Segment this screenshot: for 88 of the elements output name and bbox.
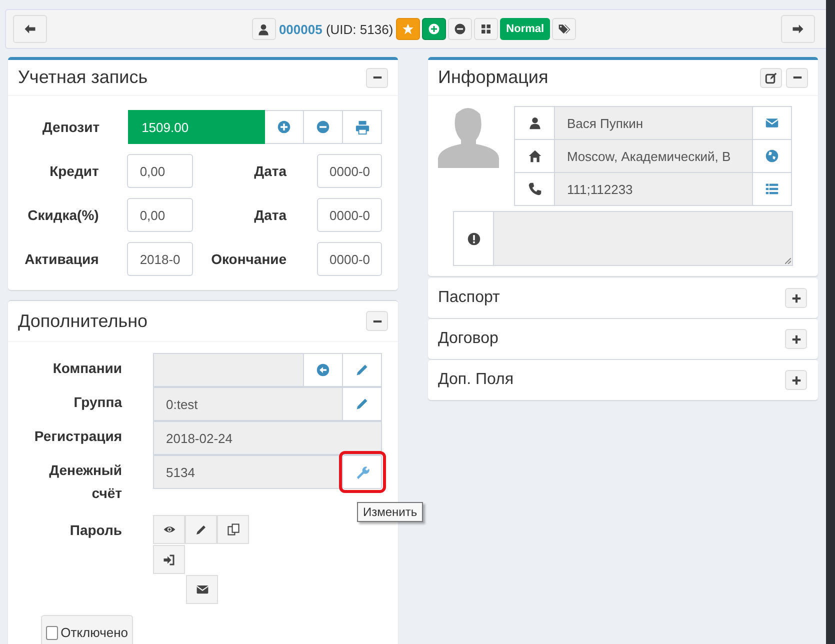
print-button[interactable] (343, 110, 382, 144)
resize-grip-icon[interactable] (785, 258, 791, 264)
panel-title: Учетная запись (18, 67, 148, 88)
tags-button[interactable] (552, 18, 576, 40)
input-field[interactable]: 0,00 (126, 154, 194, 188)
collapse-button[interactable] (366, 311, 388, 331)
home-icon (528, 149, 542, 163)
field-label: Пароль (68, 521, 122, 540)
field-label: Дата (253, 163, 287, 179)
field-label: Денежный счёт (48, 461, 122, 503)
company-field[interactable] (153, 353, 304, 387)
collapse-button[interactable] (366, 68, 388, 88)
field-label: Активация (24, 251, 99, 267)
field-label: Группа (72, 393, 122, 412)
section-header[interactable]: Паспорт (428, 278, 818, 318)
minus-circle-icon (316, 120, 330, 134)
field-label: Регистрация (33, 427, 122, 446)
name-field[interactable]: Вася Пупкин (555, 107, 752, 139)
envelope-icon (196, 583, 208, 596)
arrow-circle-icon (316, 363, 330, 377)
arrow-left-icon (23, 22, 37, 36)
star-icon (402, 23, 414, 35)
plus-circle-icon (277, 120, 291, 134)
field-label: Компании (52, 359, 122, 378)
field-label: Кредит (48, 163, 99, 179)
grid-icon (480, 23, 492, 35)
exclamation-icon (466, 232, 480, 246)
plus-icon (790, 334, 802, 344)
field-label: Депозит (41, 119, 100, 135)
date-field[interactable]: 0000-0 (316, 242, 382, 276)
tooltip: Изменить (357, 502, 424, 522)
globe-icon (765, 149, 779, 163)
phone-icon (528, 182, 542, 196)
user-id: 000005 (UID: 5136) (278, 22, 394, 36)
print-icon (354, 120, 370, 134)
field-label: Скидка(%) (26, 207, 99, 223)
registration-field[interactable]: 2018-02-24 (153, 421, 382, 455)
remove-button[interactable] (448, 18, 472, 40)
favorite-button[interactable] (396, 18, 420, 40)
copy-icon (226, 523, 240, 536)
list-icon (765, 182, 779, 196)
expand-button[interactable] (785, 370, 807, 390)
status-badge: Normal (500, 18, 550, 40)
avatar-icon (438, 106, 499, 168)
envelope-icon (765, 116, 779, 130)
add-button[interactable] (422, 18, 446, 40)
account-field[interactable]: 5134 (153, 455, 343, 489)
edit-button[interactable] (760, 68, 782, 88)
wrench-icon (354, 464, 370, 480)
pencil-icon (195, 524, 207, 536)
collapse-button[interactable] (786, 68, 808, 88)
plus-icon (790, 374, 802, 386)
section-header[interactable]: Договор (428, 319, 818, 359)
forward-button[interactable] (781, 15, 815, 43)
tags-icon (558, 22, 571, 36)
email-button[interactable] (186, 575, 218, 604)
field-label: Дата (253, 207, 287, 223)
user-button[interactable] (252, 18, 276, 40)
minus-circle-icon (454, 23, 466, 35)
plus-icon (790, 292, 802, 304)
back-button[interactable] (13, 15, 47, 43)
edit-password-button[interactable] (185, 515, 217, 544)
address-field[interactable]: Moscow, Академический, В (555, 140, 752, 172)
pencil-icon (355, 363, 369, 377)
login-button[interactable] (153, 545, 185, 574)
section-header[interactable]: Доп. Поля (428, 360, 818, 400)
phone-field[interactable]: 111;112233 (555, 173, 752, 205)
sign-in-icon (163, 554, 175, 566)
expand-button[interactable] (785, 329, 807, 349)
field-label: Окончание (210, 251, 287, 267)
input-field[interactable]: 2018-0 (126, 242, 194, 276)
note-field[interactable] (453, 211, 793, 266)
user-icon (528, 116, 542, 130)
pencil-icon (355, 397, 369, 411)
show-password-button[interactable] (153, 515, 185, 544)
arrow-right-icon (791, 22, 805, 36)
copy-button[interactable] (217, 515, 249, 544)
group-field[interactable]: 0:test (153, 387, 343, 421)
grid-button[interactable] (474, 18, 498, 40)
plus-circle-icon (428, 23, 440, 35)
panel-title: Дополнительно (18, 310, 148, 332)
edit-icon (765, 72, 777, 84)
input-field[interactable]: 0,00 (126, 198, 194, 232)
date-field[interactable]: 0000-0 (316, 154, 382, 188)
date-field[interactable]: 0000-0 (316, 198, 382, 232)
user-icon (257, 22, 270, 36)
expand-button[interactable] (785, 288, 807, 308)
panel-title: Информация (438, 67, 548, 88)
